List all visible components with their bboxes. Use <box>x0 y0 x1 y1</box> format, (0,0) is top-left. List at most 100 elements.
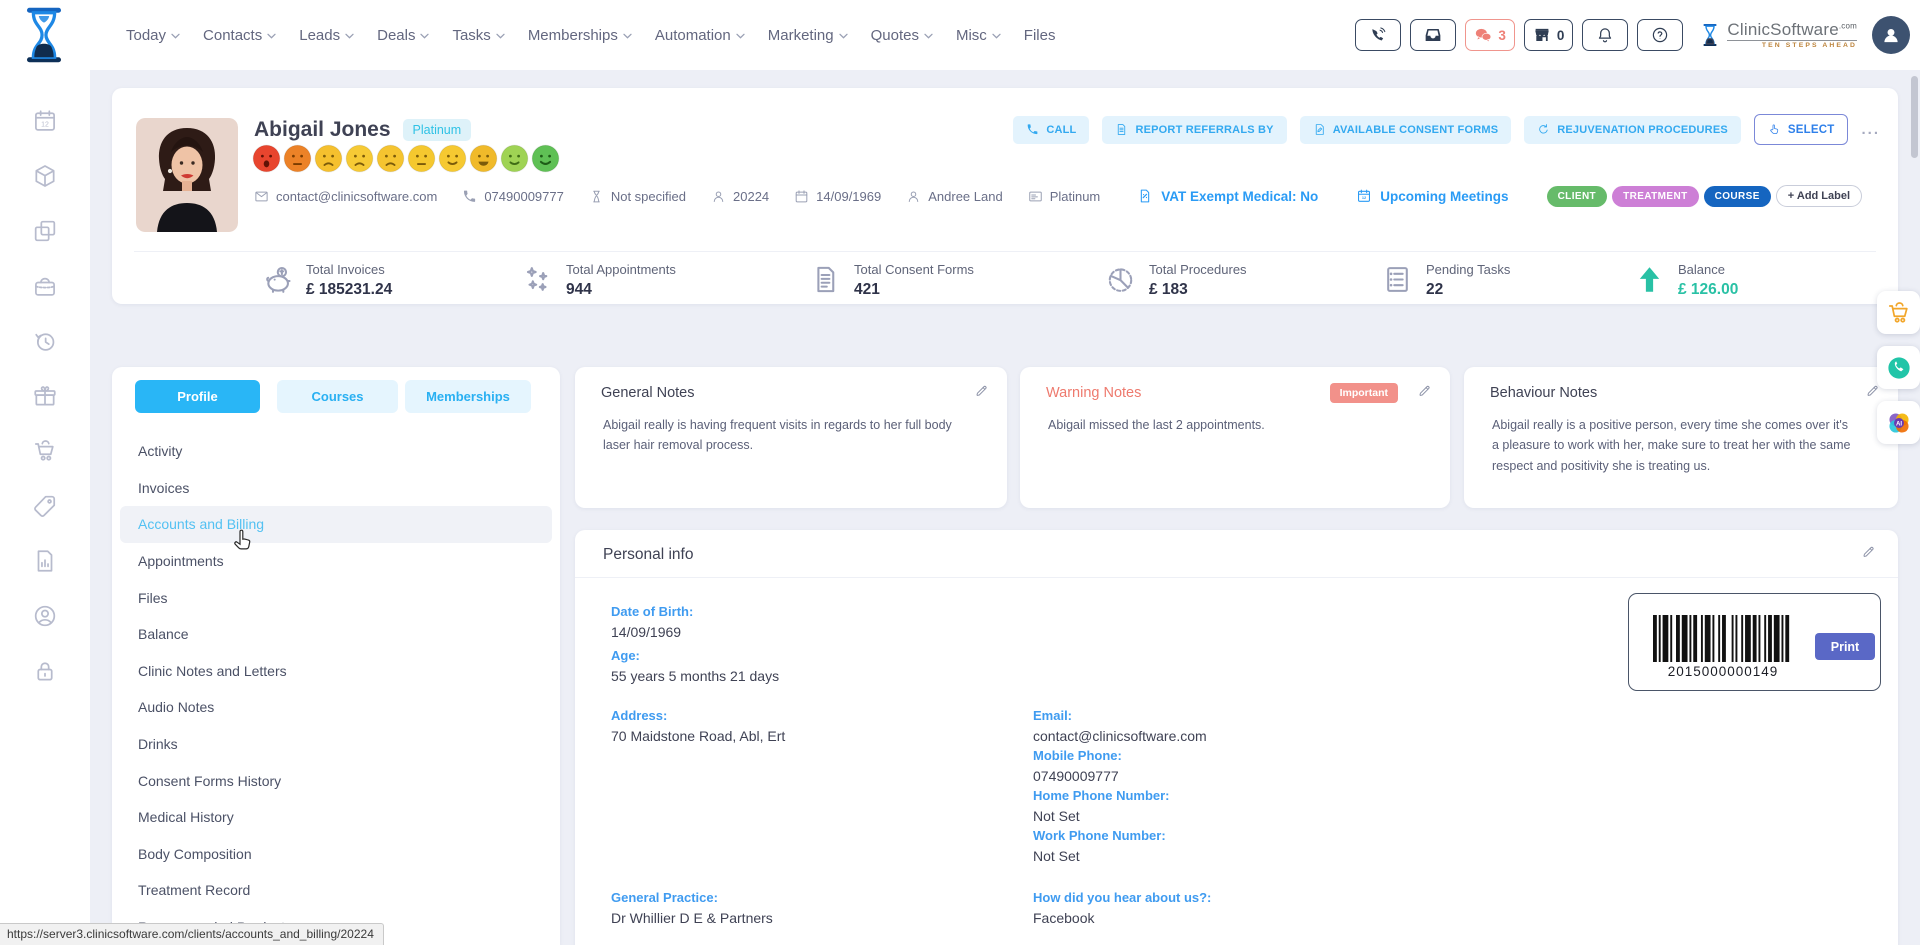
rejuvenation-procedures-button[interactable]: REJUVENATION PROCEDURES <box>1524 116 1741 144</box>
nav-item-leads[interactable]: Leads <box>299 27 354 44</box>
menu-item-activity[interactable]: Activity <box>120 433 552 470</box>
chevron-down-icon <box>345 33 354 39</box>
edit-pencil-icon[interactable] <box>974 383 989 398</box>
menu-item-balance[interactable]: Balance <box>120 616 552 653</box>
basket-icon[interactable] <box>32 273 58 299</box>
help-button[interactable] <box>1637 19 1683 51</box>
more-options-button[interactable]: ... <box>1861 121 1880 138</box>
lock-icon[interactable] <box>32 658 58 684</box>
satisfaction-emoji-8[interactable] <box>469 144 498 173</box>
nav-item-today[interactable]: Today <box>126 27 180 44</box>
select-button[interactable]: SELECT <box>1754 114 1849 145</box>
history-icon[interactable] <box>32 328 58 354</box>
chevron-down-icon <box>267 33 276 39</box>
menu-item-audio-notes[interactable]: Audio Notes <box>120 689 552 726</box>
sidebar-icon-list: 12 <box>0 108 90 684</box>
stat-pending-tasks: Pending Tasks22 <box>1382 262 1510 299</box>
menu-item-appointments[interactable]: Appointments <box>120 543 552 580</box>
report-icon[interactable] <box>32 548 58 574</box>
tab-memberships[interactable]: Memberships <box>405 380 531 413</box>
vat-exempt-medical-no-link[interactable]: VAT Exempt Medical: No <box>1137 188 1318 204</box>
edit-pencil-icon[interactable] <box>1861 544 1876 559</box>
satisfaction-emoji-1[interactable] <box>252 144 281 173</box>
menu-item-clinic-notes-and-letters[interactable]: Clinic Notes and Letters <box>120 653 552 690</box>
field-value: Not Set <box>1033 808 1080 824</box>
scrollbar-thumb[interactable] <box>1911 76 1918 158</box>
report-referrals-by-button[interactable]: REPORT REFERRALS BY <box>1102 116 1286 144</box>
action-label: AVAILABLE CONSENT FORMS <box>1333 124 1499 136</box>
nav-item-contacts[interactable]: Contacts <box>203 27 276 44</box>
menu-item-invoices[interactable]: Invoices <box>120 470 552 507</box>
satisfaction-emoji-4[interactable] <box>345 144 374 173</box>
tab-profile[interactable]: Profile <box>135 380 260 413</box>
stat-total-consent-forms: Total Consent Forms421 <box>810 262 974 299</box>
menu-item-accounts-and-billing[interactable]: Accounts and Billing <box>120 506 552 543</box>
client-menu-panel: Profile CoursesMemberships ActivityInvoic… <box>112 367 560 945</box>
satisfaction-emoji-3[interactable] <box>314 144 343 173</box>
nav-item-label: Leads <box>299 27 340 44</box>
nav-item-memberships[interactable]: Memberships <box>528 27 632 44</box>
action-label: REJUVENATION PROCEDURES <box>1557 124 1728 136</box>
upcoming-meetings-link[interactable]: 12Upcoming Meetings <box>1356 188 1508 204</box>
client-photo <box>136 118 238 232</box>
available-consent-forms-button[interactable]: AVAILABLE CONSENT FORMS <box>1300 116 1512 144</box>
stat-value: £ 185231.24 <box>306 281 392 299</box>
calendar-12-icon[interactable]: 12 <box>32 108 58 134</box>
nav-item-marketing[interactable]: Marketing <box>768 27 848 44</box>
menu-item-medical-history[interactable]: Medical History <box>120 799 552 836</box>
user-avatar[interactable] <box>1872 16 1910 54</box>
brand-logo[interactable]: ClinicSoftware.comTEN STEPS AHEAD <box>1698 21 1857 50</box>
dialer-button[interactable] <box>1355 19 1401 51</box>
contact-item-text: Not specified <box>611 189 686 204</box>
nav-item-misc[interactable]: Misc <box>956 27 1001 44</box>
satisfaction-emoji-10[interactable] <box>531 144 560 173</box>
contact-item-text: Platinum <box>1050 189 1101 204</box>
inbox-icon <box>1424 26 1442 44</box>
pie-icon <box>1105 264 1136 295</box>
nav-item-quotes[interactable]: Quotes <box>871 27 933 44</box>
satisfaction-emoji-9[interactable] <box>500 144 529 173</box>
notifications-button[interactable] <box>1582 19 1628 51</box>
menu-item-drinks[interactable]: Drinks <box>120 726 552 763</box>
menu-item-body-composition[interactable]: Body Composition <box>120 836 552 873</box>
call-button[interactable]: CALL <box>1013 116 1089 144</box>
arrow-up-icon <box>1634 264 1665 295</box>
print-button[interactable]: Print <box>1815 633 1875 660</box>
tag-icon[interactable] <box>32 493 58 519</box>
cart-icon[interactable] <box>32 438 58 464</box>
consent-icon <box>810 264 841 295</box>
field-value: 14/09/1969 <box>611 624 681 640</box>
nav-item-automation[interactable]: Automation <box>655 27 745 44</box>
menu-item-treatment-record[interactable]: Treatment Record <box>120 872 552 909</box>
gift-icon[interactable] <box>32 383 58 409</box>
satisfaction-emoji-7[interactable] <box>438 144 467 173</box>
nav-item-deals[interactable]: Deals <box>377 27 429 44</box>
cube-icon[interactable] <box>32 163 58 189</box>
satisfaction-emoji-6[interactable] <box>407 144 436 173</box>
nav-item-files[interactable]: Files <box>1024 27 1056 44</box>
ai-float-button[interactable]: AI <box>1877 401 1920 444</box>
nav-item-label: Files <box>1024 27 1056 44</box>
phone-icon <box>1026 123 1039 136</box>
pos-button[interactable]: 0 <box>1524 19 1574 51</box>
nav-item-tasks[interactable]: Tasks <box>452 27 504 44</box>
menu-item-files[interactable]: Files <box>120 579 552 616</box>
edit-pencil-icon[interactable] <box>1417 383 1432 398</box>
tab-courses[interactable]: Courses <box>277 380 398 413</box>
stat-label: Total Procedures <box>1149 262 1247 277</box>
cart-float-button[interactable] <box>1877 291 1920 334</box>
inbox-button[interactable] <box>1410 19 1456 51</box>
satisfaction-emoji-2[interactable] <box>283 144 312 173</box>
copy-icon[interactable] <box>32 218 58 244</box>
chat-button[interactable]: 3 <box>1465 19 1515 51</box>
hourglass-icon <box>589 189 604 204</box>
user-circle-icon[interactable] <box>32 603 58 629</box>
app-logo-icon[interactable] <box>20 6 68 64</box>
whatsapp-float-button[interactable] <box>1877 346 1920 389</box>
link-label: VAT Exempt Medical: No <box>1161 189 1318 204</box>
satisfaction-emoji-5[interactable] <box>376 144 405 173</box>
user-icon <box>906 189 921 204</box>
add-label-button[interactable]: + Add Label <box>1776 185 1862 207</box>
brand-tld: .com <box>1839 21 1857 30</box>
menu-item-consent-forms-history[interactable]: Consent Forms History <box>120 762 552 799</box>
